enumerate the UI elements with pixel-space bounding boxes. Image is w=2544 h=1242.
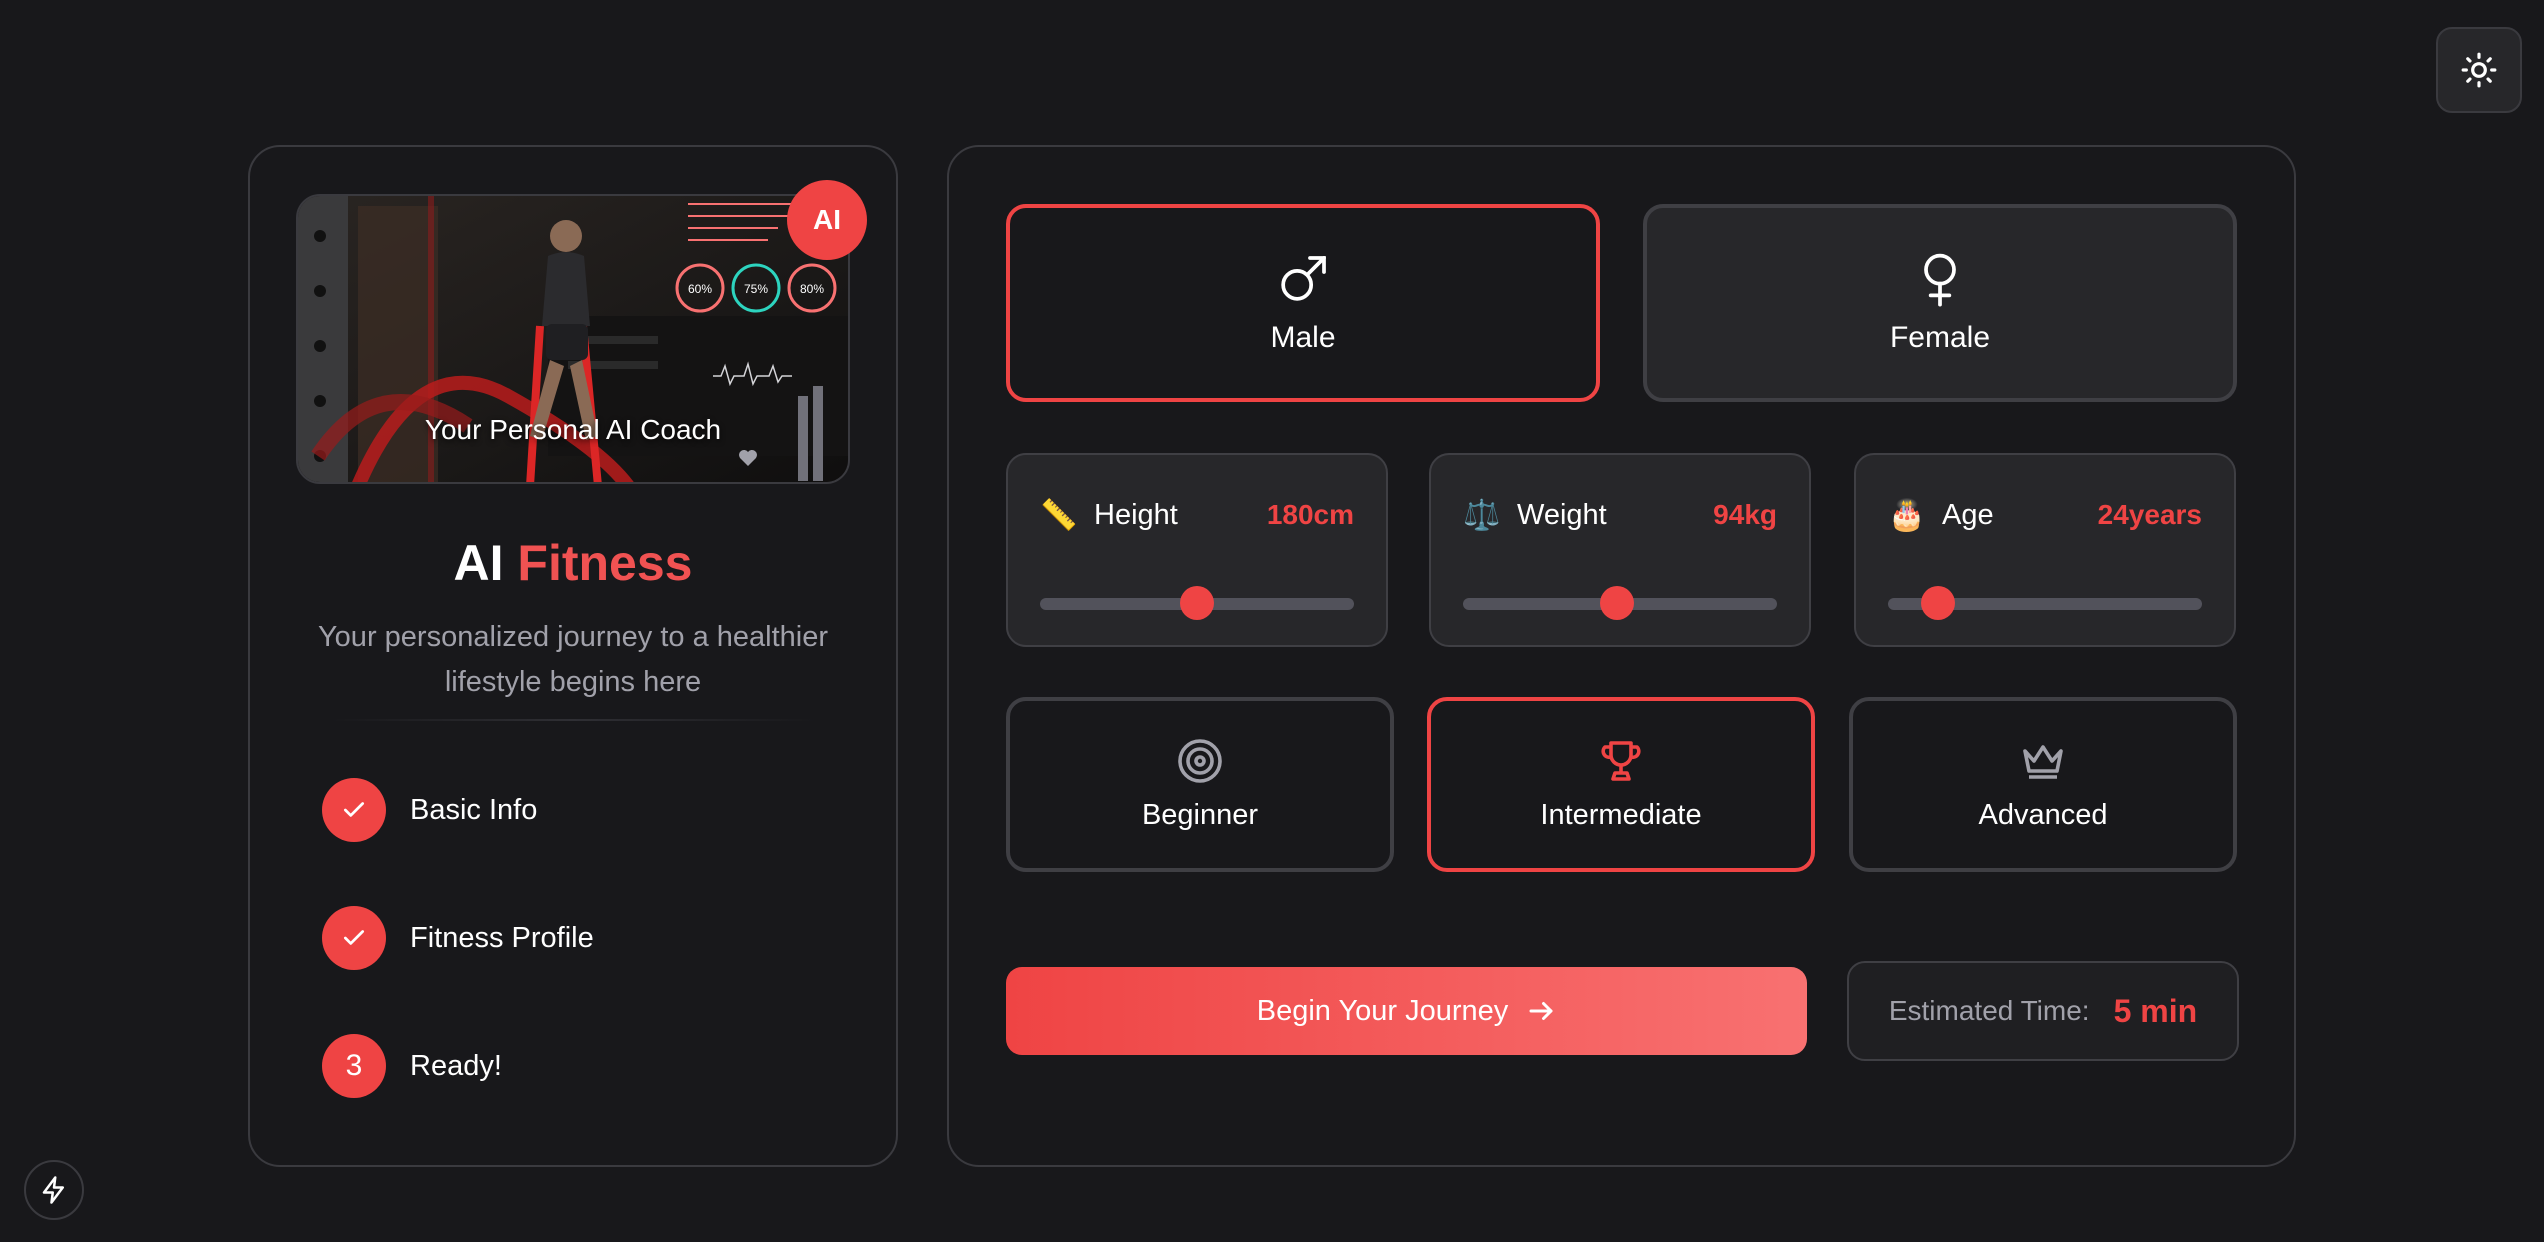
estimated-time-value: 5 min: [2113, 992, 2198, 1029]
ruler-icon: 📏: [1040, 498, 1078, 532]
crown-icon: [2023, 745, 2063, 779]
step-number-marker: 3: [322, 1034, 386, 1098]
step-complete-marker: [322, 906, 386, 970]
trophy-icon: [1601, 741, 1641, 781]
slider-thumb[interactable]: [1921, 586, 1956, 620]
estimated-time-label: Estimated Time:: [1888, 995, 2090, 1026]
step-label: Basic Info: [410, 793, 538, 826]
metric-value: 24years: [2097, 499, 2202, 530]
divider: [330, 719, 816, 721]
level-label: Intermediate: [1540, 799, 1702, 831]
ai-badge: AI: [787, 180, 867, 260]
quick-action-button[interactable]: [24, 1160, 84, 1220]
checkmark-icon: [343, 802, 365, 817]
checkmark-icon: [343, 930, 365, 945]
cake-icon: 🎂: [1888, 498, 1926, 532]
app-title: AI Fitness: [250, 534, 896, 592]
slider-thumb[interactable]: [1180, 586, 1214, 620]
begin-journey-button[interactable]: Begin Your Journey: [1006, 967, 1807, 1055]
hero-image: 60% 75% 80% Your Personal AI Coach: [296, 194, 850, 484]
gender-option-female[interactable]: Female: [1643, 204, 2237, 402]
level-option-intermediate[interactable]: Intermediate: [1427, 697, 1815, 872]
estimated-time-box: Estimated Time: 5 min: [1847, 961, 2239, 1061]
gender-label: Male: [1270, 321, 1336, 354]
slider-thumb[interactable]: [1599, 586, 1634, 620]
metric-label: Weight: [1517, 498, 1607, 531]
hero-stat-2: 75%: [744, 282, 768, 296]
age-slider[interactable]: [1888, 586, 2202, 620]
gender-label: Female: [1889, 321, 1991, 354]
gender-option-male[interactable]: Male: [1006, 204, 1600, 402]
scale-icon: ⚖️: [1463, 498, 1501, 532]
tagline: Your personalized journey to a healthier…: [318, 621, 828, 698]
step-basic-info: Basic Info: [322, 777, 537, 843]
hero-caption: Your Personal AI Coach: [424, 414, 722, 445]
metric-value: 180cm: [1266, 499, 1354, 530]
metric-label: Age: [1942, 498, 1994, 531]
profile-form-panel: Male Female 📏 Height 180cm ⚖️ Weight 94k…: [947, 145, 2296, 1167]
arrow-right-icon: [1529, 1002, 1553, 1020]
level-label: Beginner: [1141, 799, 1259, 831]
male-symbol-icon: [1281, 256, 1326, 301]
metric-label: Height: [1094, 498, 1178, 531]
height-slider[interactable]: [1040, 586, 1354, 620]
level-option-advanced[interactable]: Advanced: [1849, 697, 2237, 872]
step-complete-marker: [322, 778, 386, 842]
begin-journey-label: Begin Your Journey: [1256, 994, 1509, 1027]
female-symbol-icon: [1924, 253, 1956, 307]
app-title-accent: Fitness: [517, 535, 693, 591]
step-ready: 3 Ready!: [322, 1033, 502, 1099]
theme-toggle-button[interactable]: [2436, 27, 2522, 113]
step-label: Ready!: [410, 1049, 502, 1082]
step-label: Fitness Profile: [410, 921, 594, 954]
onboarding-summary-panel: 60% 75% 80% Your Personal AI Coach AI AI…: [248, 145, 898, 1167]
target-icon: [1178, 739, 1222, 783]
hero-stat-1: 60%: [688, 282, 712, 296]
step-fitness-profile: Fitness Profile: [322, 905, 594, 971]
lightning-bolt-icon: [42, 1176, 64, 1204]
metric-value: 94kg: [1713, 499, 1777, 530]
weight-control: ⚖️ Weight 94kg: [1429, 453, 1811, 647]
weight-slider[interactable]: [1463, 586, 1777, 620]
app-title-primary: AI: [453, 535, 504, 591]
age-control: 🎂 Age 24years: [1854, 453, 2236, 647]
height-control: 📏 Height 180cm: [1006, 453, 1388, 647]
level-option-beginner[interactable]: Beginner: [1006, 697, 1394, 872]
sun-icon: [2461, 52, 2497, 88]
hero-stat-3: 80%: [800, 282, 824, 296]
level-label: Advanced: [1978, 799, 2108, 831]
